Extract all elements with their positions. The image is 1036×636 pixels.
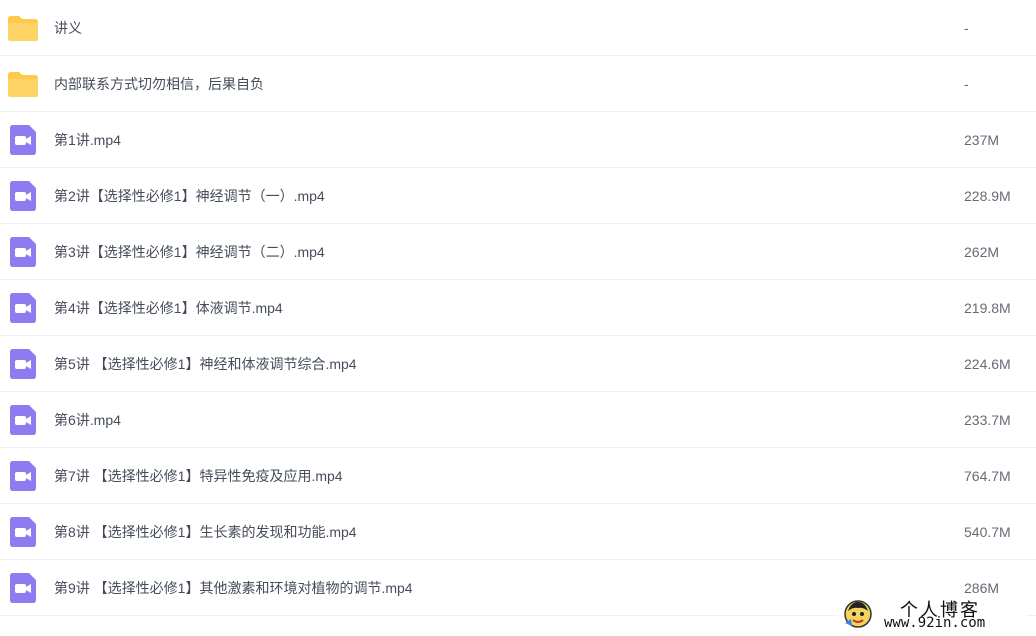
folder-icon xyxy=(7,12,39,44)
file-size: 262M xyxy=(964,243,1000,260)
file-size: 540.7M xyxy=(964,523,1011,540)
video-file-icon xyxy=(7,292,39,324)
video-row[interactable]: 第7讲 【选择性必修1】特异性免疫及应用.mp4 764.7M xyxy=(0,448,1036,504)
watermark: 个人博客 www.92in.com xyxy=(838,596,1028,636)
video-row[interactable]: 第4讲【选择性必修1】体液调节.mp4 219.8M xyxy=(0,280,1036,336)
video-file-icon xyxy=(7,348,39,380)
file-size: 286M xyxy=(964,579,1000,596)
file-name: 第5讲 【选择性必修1】神经和体液调节综合.mp4 xyxy=(54,355,357,372)
file-list: 讲义 - 内部联系方式切勿相信，后果自负 - 第1讲.mp4 237M 第2讲【… xyxy=(0,0,1036,616)
folder-icon xyxy=(7,68,39,100)
file-size: 224.6M xyxy=(964,355,1011,372)
video-row[interactable]: 第5讲 【选择性必修1】神经和体液调节综合.mp4 224.6M xyxy=(0,336,1036,392)
file-name: 第6讲.mp4 xyxy=(54,411,121,428)
file-name: 第4讲【选择性必修1】体液调节.mp4 xyxy=(54,299,283,316)
file-name: 第1讲.mp4 xyxy=(54,131,121,148)
video-row[interactable]: 第1讲.mp4 237M xyxy=(0,112,1036,168)
video-row[interactable]: 第6讲.mp4 233.7M xyxy=(0,392,1036,448)
mascot-logo-icon xyxy=(843,599,873,629)
file-name: 第8讲 【选择性必修1】生长素的发现和功能.mp4 xyxy=(54,523,357,540)
file-name: 内部联系方式切勿相信，后果自负 xyxy=(54,75,264,92)
file-name: 讲义 xyxy=(54,19,82,36)
file-size: 764.7M xyxy=(964,467,1011,484)
folder-row[interactable]: 讲义 - xyxy=(0,0,1036,56)
file-size: 237M xyxy=(964,131,1000,148)
video-row[interactable]: 第2讲【选择性必修1】神经调节（一）.mp4 228.9M xyxy=(0,168,1036,224)
file-name: 第3讲【选择性必修1】神经调节（二）.mp4 xyxy=(54,243,325,260)
file-size: 233.7M xyxy=(964,411,1011,428)
video-file-icon xyxy=(7,404,39,436)
file-size: 219.8M xyxy=(964,299,1011,316)
video-file-icon xyxy=(7,572,39,604)
watermark-url: www.92in.com xyxy=(884,615,986,631)
file-name: 第7讲 【选择性必修1】特异性免疫及应用.mp4 xyxy=(54,467,343,484)
file-name: 第9讲 【选择性必修1】其他激素和环境对植物的调节.mp4 xyxy=(54,579,413,596)
video-row[interactable]: 第3讲【选择性必修1】神经调节（二）.mp4 262M xyxy=(0,224,1036,280)
video-file-icon xyxy=(7,180,39,212)
file-size: - xyxy=(964,19,969,36)
file-size: - xyxy=(964,75,969,92)
video-file-icon xyxy=(7,124,39,156)
folder-row[interactable]: 内部联系方式切勿相信，后果自负 - xyxy=(0,56,1036,112)
file-size: 228.9M xyxy=(964,187,1011,204)
video-row[interactable]: 第8讲 【选择性必修1】生长素的发现和功能.mp4 540.7M xyxy=(0,504,1036,560)
video-file-icon xyxy=(7,516,39,548)
file-name: 第2讲【选择性必修1】神经调节（一）.mp4 xyxy=(54,187,325,204)
video-file-icon xyxy=(7,236,39,268)
video-file-icon xyxy=(7,460,39,492)
